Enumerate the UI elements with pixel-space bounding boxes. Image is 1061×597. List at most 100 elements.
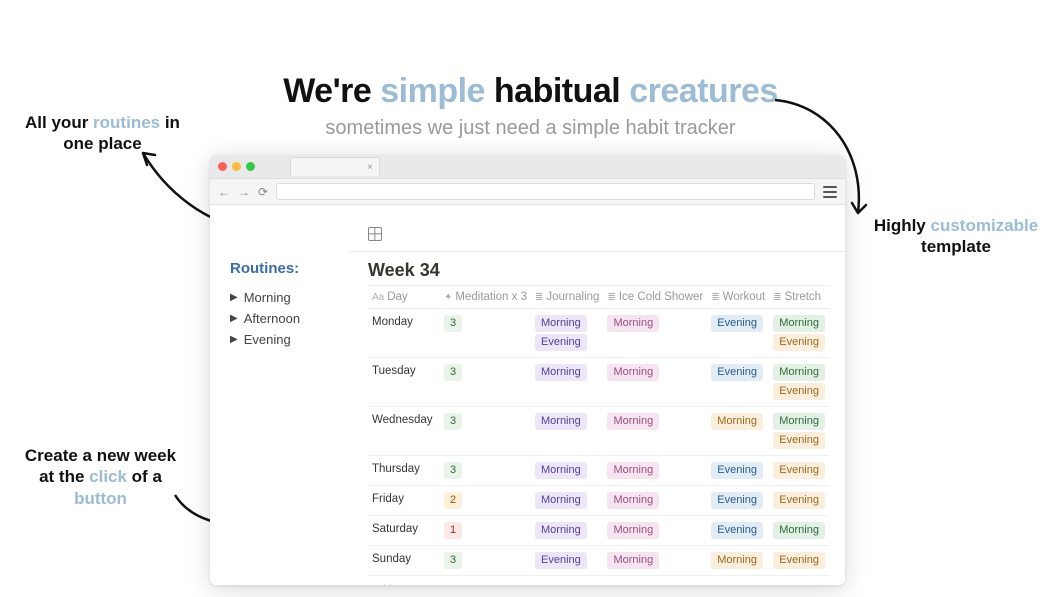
tag-meditation[interactable]: 3 <box>444 315 462 332</box>
cell-meditation[interactable]: 3 <box>440 407 531 456</box>
cell-stretch[interactable]: Evening <box>769 486 829 516</box>
tag-shower[interactable]: Morning <box>607 552 659 569</box>
tag-shower[interactable]: Morning <box>607 492 659 509</box>
cell-stretch[interactable]: MorningEvening <box>769 309 829 358</box>
cell-shower[interactable]: Morning <box>603 486 707 516</box>
tag-workout[interactable]: Morning <box>711 413 763 430</box>
cell-workout[interactable]: Evening <box>707 358 769 407</box>
tag-journal[interactable]: Morning <box>535 462 587 479</box>
cell-shower[interactable]: Morning <box>603 456 707 486</box>
cell-journaling[interactable]: Morning <box>531 456 603 486</box>
cell-workout[interactable]: Morning <box>707 546 769 576</box>
cell-stretch[interactable]: Evening <box>769 546 829 576</box>
col-header[interactable]: ✦Meditation x 3 <box>440 286 531 309</box>
cell-workout[interactable]: Morning <box>707 407 769 456</box>
table-view-icon[interactable] <box>368 227 382 241</box>
cell-journaling[interactable]: Morning <box>531 486 603 516</box>
nav-back-icon[interactable]: ← <box>218 185 230 199</box>
cell-workout[interactable]: Evening <box>707 486 769 516</box>
cell-workout[interactable]: Evening <box>707 456 769 486</box>
cell-shower[interactable]: Morning <box>603 358 707 407</box>
col-header[interactable]: ≣Workout <box>707 286 769 309</box>
table-row[interactable]: Wednesday3MorningMorningMorningMorningEv… <box>368 407 829 456</box>
tag-journal[interactable]: Morning <box>535 315 587 332</box>
cell-meditation[interactable]: 3 <box>440 309 531 358</box>
col-header[interactable]: ≣Ice Cold Shower <box>603 286 707 309</box>
cell-day[interactable]: Thursday <box>368 456 440 486</box>
tag-stretch[interactable]: Evening <box>773 552 825 569</box>
cell-shower[interactable]: Morning <box>603 407 707 456</box>
tag-journal[interactable]: Morning <box>535 413 587 430</box>
tag-workout[interactable]: Morning <box>711 552 763 569</box>
table-row[interactable]: Tuesday3MorningMorningEveningMorningEven… <box>368 358 829 407</box>
cell-meditation[interactable]: 1 <box>440 516 531 546</box>
cell-shower[interactable]: Morning <box>603 516 707 546</box>
tag-stretch[interactable]: Evening <box>773 334 825 351</box>
col-header[interactable]: ≣Journaling <box>531 286 603 309</box>
sidebar-item-afternoon[interactable]: ▶Afternoon <box>230 308 334 329</box>
col-header[interactable]: ≣Stretch <box>769 286 829 309</box>
table-title[interactable]: Week 34 <box>368 252 829 285</box>
cell-shower[interactable]: Morning <box>603 546 707 576</box>
url-bar[interactable] <box>276 183 815 200</box>
cell-day[interactable]: Tuesday <box>368 358 440 407</box>
tag-shower[interactable]: Morning <box>607 315 659 332</box>
cell-stretch[interactable]: MorningEvening <box>769 358 829 407</box>
table-row[interactable]: Monday3MorningEveningMorningEveningMorni… <box>368 309 829 358</box>
cell-day[interactable]: Friday <box>368 486 440 516</box>
cell-day[interactable]: Saturday <box>368 516 440 546</box>
tag-workout[interactable]: Evening <box>711 492 763 509</box>
tag-workout[interactable]: Evening <box>711 522 763 539</box>
browser-tab[interactable]: × <box>290 157 380 176</box>
maximize-window-icon[interactable] <box>246 162 255 171</box>
tag-journal[interactable]: Evening <box>535 552 587 569</box>
cell-day[interactable]: Sunday <box>368 546 440 576</box>
cell-day[interactable]: Wednesday <box>368 407 440 456</box>
cell-journaling[interactable]: Morning <box>531 516 603 546</box>
table-row[interactable]: Thursday3 Morning Morning EveningEvening <box>368 456 829 486</box>
tag-stretch[interactable]: Evening <box>773 462 825 479</box>
tag-meditation[interactable]: 3 <box>444 364 462 381</box>
close-window-icon[interactable] <box>218 162 227 171</box>
tag-meditation[interactable]: 2 <box>444 492 462 509</box>
col-header[interactable]: AaDay <box>368 286 440 309</box>
tag-stretch[interactable]: Morning <box>773 522 825 539</box>
tag-meditation[interactable]: 3 <box>444 413 462 430</box>
table-row[interactable]: Sunday3EveningMorningMorningEvening <box>368 546 829 576</box>
tag-stretch[interactable]: Evening <box>773 492 825 509</box>
cell-stretch[interactable]: Morning <box>769 516 829 546</box>
minimize-window-icon[interactable] <box>232 162 241 171</box>
cell-meditation[interactable]: 3 <box>440 546 531 576</box>
table-row[interactable]: Saturday1 Morning Morning Evening Morning <box>368 516 829 546</box>
tab-close-icon[interactable]: × <box>367 162 373 173</box>
tag-meditation[interactable]: 1 <box>444 522 462 539</box>
tag-journal[interactable]: Morning <box>535 364 587 381</box>
tag-shower[interactable]: Morning <box>607 522 659 539</box>
table-row[interactable]: Friday2 Morning Morning Evening Evening <box>368 486 829 516</box>
tag-journal[interactable]: Morning <box>535 492 587 509</box>
tag-workout[interactable]: Evening <box>711 364 763 381</box>
hamburger-menu-icon[interactable] <box>823 186 837 198</box>
cell-workout[interactable]: Evening <box>707 516 769 546</box>
tag-stretch[interactable]: Morning <box>773 364 825 381</box>
tag-workout[interactable]: Evening <box>711 315 763 332</box>
tag-stretch[interactable]: Evening <box>773 432 825 449</box>
cell-workout[interactable]: Evening <box>707 309 769 358</box>
nav-reload-icon[interactable]: ⟳ <box>258 185 268 199</box>
tag-journal[interactable]: Morning <box>535 522 587 539</box>
cell-journaling[interactable]: Morning <box>531 358 603 407</box>
cell-journaling[interactable]: Morning Evening <box>531 309 603 358</box>
cell-day[interactable]: Monday <box>368 309 440 358</box>
tag-meditation[interactable]: 3 <box>444 462 462 479</box>
cell-meditation[interactable]: 3 <box>440 358 531 407</box>
tag-shower[interactable]: Morning <box>607 364 659 381</box>
cell-journaling[interactable]: Evening <box>531 546 603 576</box>
sidebar-item-evening[interactable]: ▶Evening <box>230 329 334 350</box>
cell-stretch[interactable]: Morning Evening <box>769 407 829 456</box>
cell-meditation[interactable]: 3 <box>440 456 531 486</box>
tag-shower[interactable]: Morning <box>607 462 659 479</box>
cell-journaling[interactable]: Morning <box>531 407 603 456</box>
tag-journal[interactable]: Evening <box>535 334 587 351</box>
tag-stretch[interactable]: Morning <box>773 413 825 430</box>
cell-meditation[interactable]: 2 <box>440 486 531 516</box>
